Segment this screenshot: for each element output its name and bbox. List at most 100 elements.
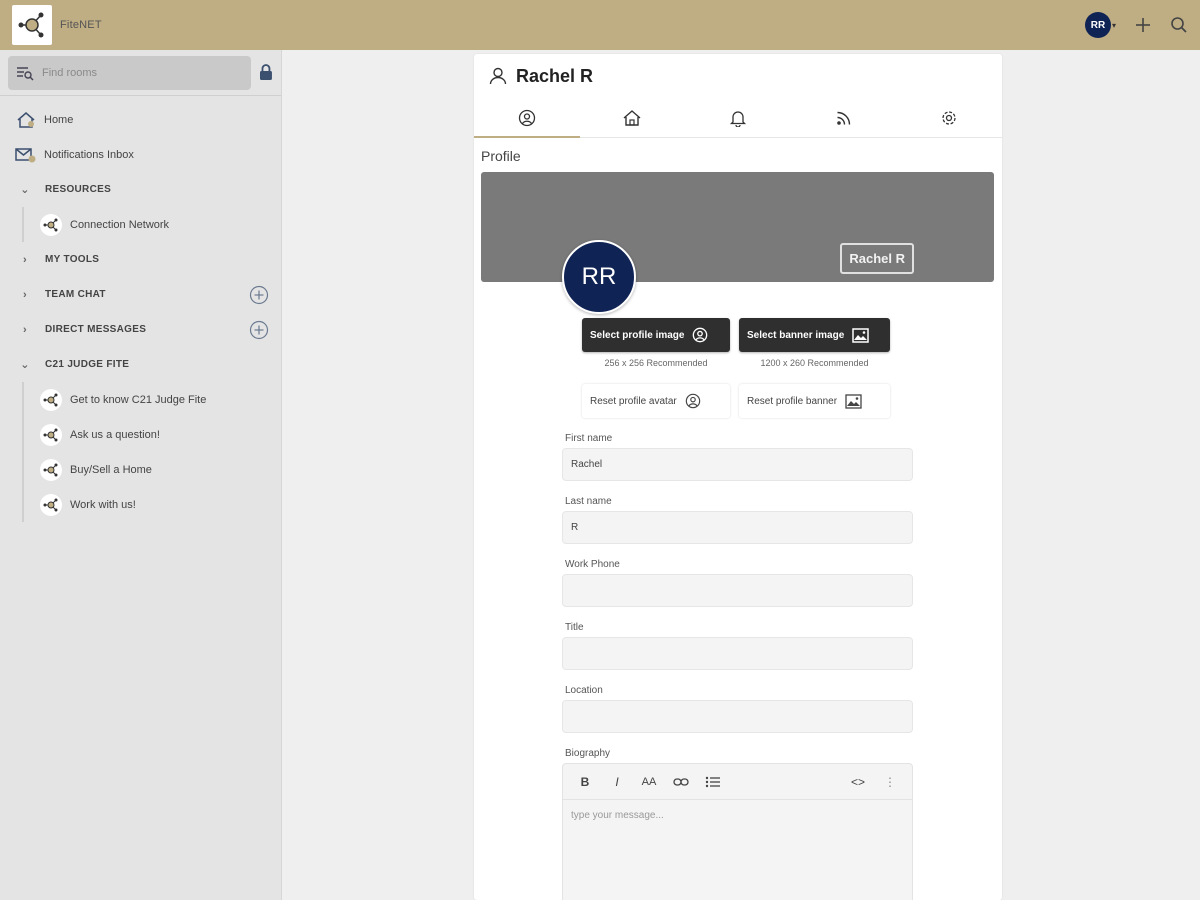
page-title: Rachel R	[516, 65, 594, 86]
sidebar-item-label: Notifications Inbox	[44, 148, 134, 161]
reset-profile-avatar-button[interactable]: Reset profile avatar	[582, 384, 730, 418]
sidebar-item-label: Ask us a question!	[70, 428, 160, 441]
biography-editor: B I AA <> ⋮ type your message...	[562, 763, 913, 900]
title-field[interactable]	[562, 637, 913, 670]
tab-notifications[interactable]	[685, 98, 791, 137]
image-select-row: Select profile image Select banner image	[582, 318, 890, 352]
section-resources[interactable]: ⌄ RESOURCES	[0, 172, 281, 207]
network-icon	[40, 458, 62, 481]
code-button[interactable]: <>	[844, 768, 872, 796]
bold-button[interactable]: B	[571, 768, 599, 796]
section-title: Profile	[481, 148, 521, 164]
section-direct-messages[interactable]: › DIRECT MESSAGES	[0, 312, 281, 347]
resources-group: Connection Network	[0, 207, 281, 242]
sidebar-item-label: Home	[44, 113, 74, 126]
location-field[interactable]	[562, 700, 913, 733]
sidebar-item-label: Work with us!	[70, 498, 136, 511]
chevron-right-icon: ›	[23, 288, 27, 301]
profile-avatar: RR	[562, 240, 636, 314]
sidebar-nav: Home Notifications Inbox ⌄ RESOURCES Con…	[0, 96, 281, 522]
add-direct-message-icon[interactable]	[249, 320, 269, 340]
gear-icon	[942, 110, 956, 125]
profile-image-recommendation: 256 x 256 Recommended	[604, 358, 708, 368]
section-team-chat[interactable]: › TEAM CHAT	[0, 277, 281, 312]
tab-profile[interactable]	[474, 98, 580, 138]
user-circle-icon	[685, 393, 700, 409]
profile-tabs	[474, 98, 1002, 138]
section-label: TEAM CHAT	[45, 289, 106, 300]
chevron-down-icon: ⌄	[20, 359, 30, 371]
room-search-input[interactable]	[42, 66, 242, 79]
user-menu[interactable]: RR ▾	[1084, 12, 1116, 38]
sidebar-item-work-with-us[interactable]: Work with us!	[0, 487, 281, 522]
recommended-sizes-row: 256 x 256 Recommended 1200 x 260 Recomme…	[582, 358, 890, 368]
app-name: FiteNET	[60, 19, 102, 31]
reset-profile-banner-button[interactable]: Reset profile banner	[739, 384, 890, 418]
first-name-label: First name	[565, 432, 613, 444]
banner-image-recommendation: 1200 x 260 Recommended	[760, 358, 869, 368]
button-label: Select profile image	[590, 329, 685, 341]
chevron-right-icon: ›	[23, 253, 27, 266]
image-icon	[845, 393, 862, 409]
sidebar-item-ask-question[interactable]: Ask us a question!	[0, 417, 281, 452]
sidebar-item-label: Connection Network	[70, 218, 170, 231]
home-icon	[14, 111, 38, 129]
room-search-box[interactable]	[8, 55, 252, 90]
plus-icon[interactable]	[1134, 16, 1152, 34]
tab-feed[interactable]	[791, 98, 897, 137]
sidebar-item-connection-network[interactable]: Connection Network	[0, 207, 281, 242]
first-name-field[interactable]	[562, 448, 913, 481]
lock-icon[interactable]	[259, 64, 273, 81]
link-icon	[673, 777, 689, 786]
title-label: Title	[565, 621, 584, 633]
biography-input[interactable]: type your message...	[563, 800, 912, 831]
profile-form: First name Last name Work Phone Title Lo…	[562, 428, 913, 900]
font-size-button[interactable]: AA	[635, 768, 663, 796]
sidebar-item-home[interactable]: Home	[0, 102, 281, 137]
chevron-right-icon: ›	[23, 323, 27, 336]
user-circle-icon	[693, 327, 708, 343]
section-label: C21 JUDGE FITE	[45, 359, 130, 370]
network-icon	[40, 388, 62, 411]
home-icon	[623, 109, 641, 126]
more-options-button[interactable]: ⋮	[876, 768, 904, 796]
network-icon	[40, 423, 62, 446]
user-icon	[489, 67, 507, 85]
user-avatar[interactable]: RR	[1084, 12, 1111, 38]
bullet-list-button[interactable]	[699, 768, 727, 796]
link-button[interactable]	[667, 768, 695, 796]
network-icon	[40, 493, 62, 516]
biography-label: Biography	[565, 747, 611, 759]
select-banner-image-button[interactable]: Select banner image	[739, 318, 890, 352]
panel-header: Rachel R	[474, 54, 1002, 98]
sidebar-item-notifications-inbox[interactable]: Notifications Inbox	[0, 137, 281, 172]
image-icon	[852, 327, 870, 343]
sidebar-item-get-to-know[interactable]: Get to know C21 Judge Fite	[0, 382, 281, 417]
chevron-down-icon: ▾	[1111, 20, 1116, 30]
tab-settings[interactable]	[896, 98, 1002, 137]
last-name-field[interactable]	[562, 511, 913, 544]
rss-icon	[836, 111, 850, 125]
button-label: Select banner image	[747, 329, 845, 341]
section-label: DIRECT MESSAGES	[45, 324, 147, 335]
list-search-icon	[17, 66, 34, 81]
reset-row: Reset profile avatar Reset profile banne…	[582, 384, 890, 418]
last-name-label: Last name	[565, 495, 612, 507]
sidebar-item-buy-sell-home[interactable]: Buy/Sell a Home	[0, 452, 281, 487]
add-team-chat-icon[interactable]	[249, 285, 269, 305]
app-logo[interactable]	[12, 5, 52, 45]
top-bar: FiteNET RR ▾	[0, 0, 1200, 50]
section-my-tools[interactable]: › MY TOOLS	[0, 242, 281, 277]
page-scrollbar[interactable]	[1194, 50, 1200, 900]
c21-group: Get to know C21 Judge Fite Ask us a ques…	[0, 382, 281, 522]
section-c21-judge-fite[interactable]: ⌄ C21 JUDGE FITE	[0, 347, 281, 382]
section-label: MY TOOLS	[45, 254, 100, 265]
chevron-down-icon: ⌄	[20, 184, 30, 196]
work-phone-field[interactable]	[562, 574, 913, 607]
select-profile-image-button[interactable]: Select profile image	[582, 318, 730, 352]
profile-banner: Rachel R	[481, 172, 994, 282]
search-icon[interactable]	[1170, 16, 1188, 34]
italic-button[interactable]: I	[603, 768, 631, 796]
tab-home[interactable]	[580, 98, 686, 137]
mail-icon	[14, 146, 38, 164]
